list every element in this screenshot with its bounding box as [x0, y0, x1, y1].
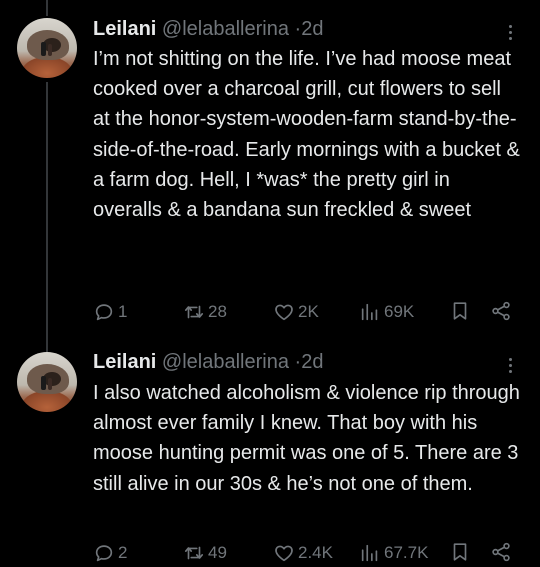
- bookmark-button[interactable]: [449, 541, 473, 565]
- reply-count: 2: [118, 543, 128, 562]
- like-count: 2K: [298, 302, 319, 321]
- tweet[interactable]: Leilani @lelaballerina ·2d I’m not shitt…: [0, 0, 540, 340]
- tweet-text: I also watched alcoholism & violence rip…: [93, 382, 520, 495]
- timestamp[interactable]: 2d: [301, 18, 323, 40]
- bookmark-icon: [453, 302, 467, 320]
- like-button[interactable]: 2.4K: [273, 540, 333, 566]
- timestamp[interactable]: 2d: [301, 351, 323, 373]
- views-icon: [361, 303, 378, 321]
- bookmark-button[interactable]: [449, 300, 473, 324]
- tweet-actions: 1 28 2K 69K: [0, 299, 540, 325]
- author-name[interactable]: Leilani: [93, 351, 156, 373]
- author-name[interactable]: Leilani: [93, 18, 156, 40]
- like-count: 2.4K: [298, 543, 333, 562]
- avatar[interactable]: [17, 18, 77, 78]
- share-button[interactable]: [490, 300, 514, 324]
- views-icon: [361, 544, 378, 562]
- like-button[interactable]: 2K: [273, 299, 319, 325]
- tweet[interactable]: Leilani @lelaballerina ·2d I also watche…: [0, 340, 540, 567]
- repost-button[interactable]: 28: [183, 299, 227, 325]
- tweet-header: Leilani @lelaballerina ·2d: [93, 350, 323, 374]
- tweet-header: Leilani @lelaballerina ·2d: [93, 17, 323, 41]
- author-handle[interactable]: @lelaballerina: [162, 351, 289, 373]
- view-count: 67.7K: [384, 543, 429, 562]
- bookmark-icon: [453, 543, 467, 561]
- view-count: 69K: [384, 302, 415, 321]
- repost-count: 28: [208, 302, 227, 321]
- share-icon: [492, 542, 510, 562]
- heart-icon: [275, 304, 293, 321]
- tweet-actions: 2 49 2.4K 67.7K: [0, 540, 540, 566]
- author-handle[interactable]: @lelaballerina: [162, 18, 289, 40]
- more-icon[interactable]: [500, 20, 520, 44]
- reply-button[interactable]: 1: [93, 299, 127, 325]
- more-icon[interactable]: [500, 353, 520, 377]
- views-button[interactable]: 69K: [359, 299, 414, 325]
- share-icon: [492, 301, 510, 321]
- avatar[interactable]: [17, 352, 77, 412]
- repost-button[interactable]: 49: [183, 540, 227, 566]
- reply-count: 1: [118, 302, 128, 321]
- repost-count: 49: [208, 543, 227, 562]
- tweet-text: I’m not shitting on the life. I’ve had m…: [93, 48, 520, 222]
- reply-icon: [95, 304, 113, 321]
- repost-icon: [184, 305, 204, 319]
- reply-button[interactable]: 2: [93, 540, 127, 566]
- repost-icon: [184, 546, 204, 560]
- reply-icon: [95, 545, 113, 562]
- heart-icon: [275, 545, 293, 562]
- views-button[interactable]: 67.7K: [359, 540, 428, 566]
- share-button[interactable]: [490, 541, 514, 565]
